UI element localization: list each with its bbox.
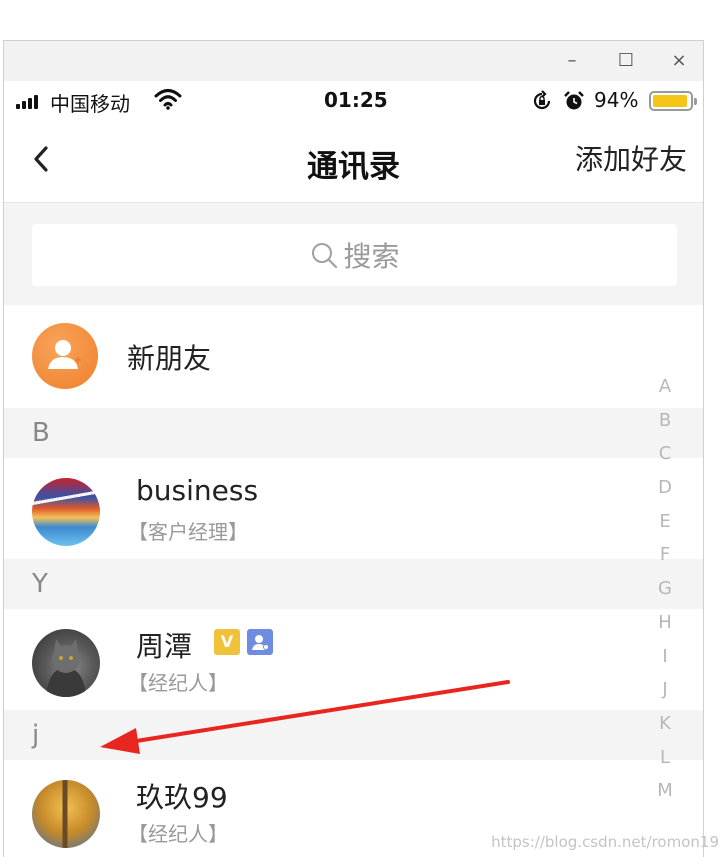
- contact-name: business: [136, 474, 259, 507]
- window-titlebar: – ☐ ×: [4, 41, 703, 81]
- index-letter[interactable]: E: [659, 505, 670, 539]
- section-header-b: B: [4, 408, 703, 458]
- agent-badge-icon: [247, 629, 273, 655]
- status-bar: 中国移动 01:25 94%: [4, 81, 703, 121]
- watermark: https://blog.csdn.net/romon19: [491, 833, 719, 851]
- contact-row[interactable]: business 【客户经理】: [4, 458, 703, 559]
- new-friends-label: 新朋友: [127, 342, 212, 375]
- new-friends-item[interactable]: 新朋友: [4, 305, 703, 408]
- contact-name: 周潭: [136, 630, 193, 663]
- battery-icon: [649, 91, 697, 111]
- contact-name: 玖玖99: [136, 781, 228, 814]
- search-placeholder: 搜索: [343, 240, 400, 273]
- rotation-lock-icon: [533, 90, 551, 110]
- signal-icon: [16, 95, 38, 109]
- wifi-icon: [154, 89, 182, 110]
- add-user-icon: [32, 323, 98, 389]
- status-time: 01:25: [324, 88, 388, 112]
- index-letter[interactable]: B: [659, 404, 671, 438]
- index-letter[interactable]: A: [659, 370, 671, 404]
- index-letter[interactable]: J: [662, 673, 667, 707]
- battery-percent: 94%: [594, 88, 639, 112]
- add-friend-button[interactable]: 添加好友: [575, 138, 687, 178]
- index-letter[interactable]: C: [659, 437, 672, 471]
- avatar: [32, 780, 100, 848]
- alphabet-index-bar[interactable]: A B C D E F G H I J K L M: [652, 370, 678, 808]
- index-letter[interactable]: I: [662, 640, 667, 674]
- search-area: 搜索: [4, 203, 703, 305]
- index-letter[interactable]: H: [658, 606, 672, 640]
- index-letter[interactable]: F: [660, 538, 670, 572]
- carrier-name: 中国移动: [50, 92, 130, 116]
- avatar: [32, 478, 100, 546]
- index-letter[interactable]: K: [659, 707, 671, 741]
- maximize-button[interactable]: ☐: [613, 49, 639, 73]
- search-icon: [312, 243, 338, 269]
- section-header-y: Y: [4, 559, 703, 609]
- alarm-icon: [564, 91, 584, 110]
- contact-role: 【客户经理】: [128, 520, 248, 544]
- battery-fill: [653, 95, 687, 107]
- search-input[interactable]: 搜索: [32, 224, 677, 286]
- index-letter[interactable]: L: [660, 741, 670, 775]
- annotation-arrow-icon: [100, 680, 510, 754]
- verified-badge: V: [214, 629, 240, 655]
- minimize-button[interactable]: –: [559, 49, 585, 73]
- close-button[interactable]: ×: [666, 49, 692, 73]
- navigation-bar: 通讯录 添加好友: [4, 121, 703, 203]
- index-letter[interactable]: G: [658, 572, 672, 606]
- index-letter[interactable]: D: [658, 471, 672, 505]
- index-letter[interactable]: M: [657, 774, 673, 808]
- contact-role: 【经纪人】: [128, 822, 228, 846]
